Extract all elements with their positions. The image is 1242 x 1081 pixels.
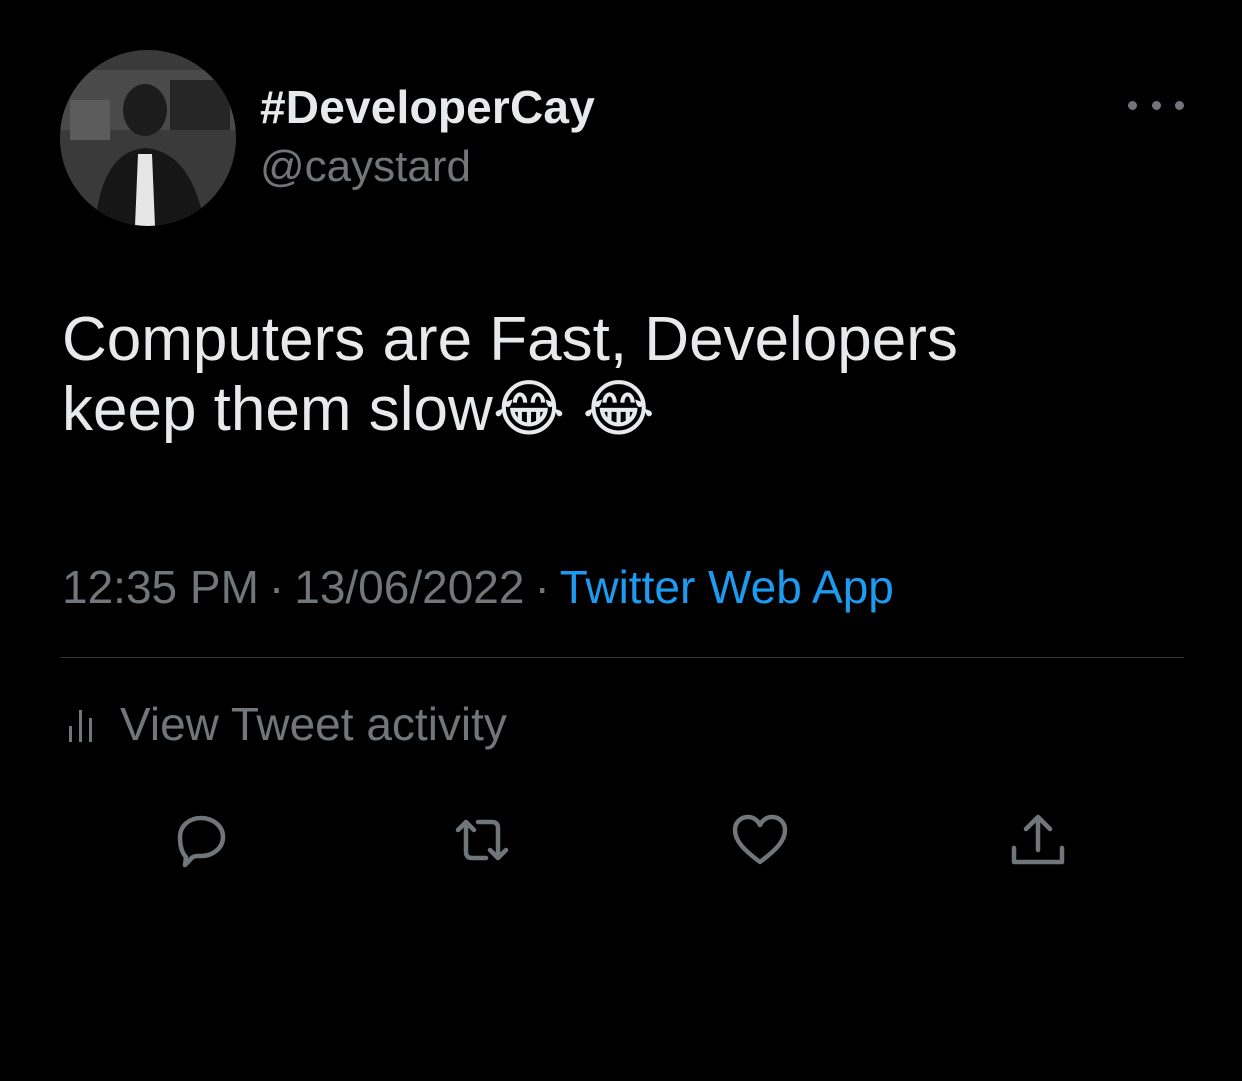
divider bbox=[60, 657, 1184, 658]
tweet-detail: #DeveloperCay @caystard Computers are Fa… bbox=[0, 0, 1242, 1081]
retweet-button[interactable] bbox=[452, 810, 512, 870]
retweet-icon bbox=[455, 819, 509, 861]
share-button[interactable] bbox=[1008, 810, 1068, 870]
reply-icon bbox=[177, 815, 226, 868]
author-handle[interactable]: @caystard bbox=[260, 142, 471, 192]
tweet-text: Computers are Fast, Developers keep them… bbox=[62, 305, 958, 444]
like-button[interactable] bbox=[730, 810, 790, 870]
more-options-icon[interactable] bbox=[1128, 90, 1184, 120]
author-display-name[interactable]: #DeveloperCay bbox=[260, 80, 595, 134]
meta-separator: · bbox=[534, 561, 550, 613]
view-activity-link[interactable]: View Tweet activity bbox=[66, 698, 507, 750]
share-icon bbox=[1011, 814, 1065, 865]
reply-button[interactable] bbox=[172, 810, 232, 870]
meta-separator: · bbox=[268, 561, 285, 613]
tweet-source-link[interactable]: Twitter Web App bbox=[560, 561, 894, 613]
profile-photo-icon bbox=[60, 50, 236, 226]
more-dot bbox=[1175, 100, 1184, 110]
more-dot bbox=[1128, 100, 1137, 110]
avatar[interactable] bbox=[60, 50, 236, 226]
tweet-time[interactable]: 12:35 PM bbox=[62, 561, 259, 613]
tweet-meta: 12:35 PM · 13/06/2022 · Twitter Web App bbox=[62, 560, 894, 614]
view-activity-label: View Tweet activity bbox=[120, 698, 507, 750]
action-bar bbox=[0, 810, 1242, 870]
tweet-date[interactable]: 13/06/2022 bbox=[294, 561, 524, 613]
heart-icon bbox=[732, 814, 788, 865]
more-dot bbox=[1151, 100, 1161, 110]
bar-chart-icon bbox=[69, 710, 92, 742]
